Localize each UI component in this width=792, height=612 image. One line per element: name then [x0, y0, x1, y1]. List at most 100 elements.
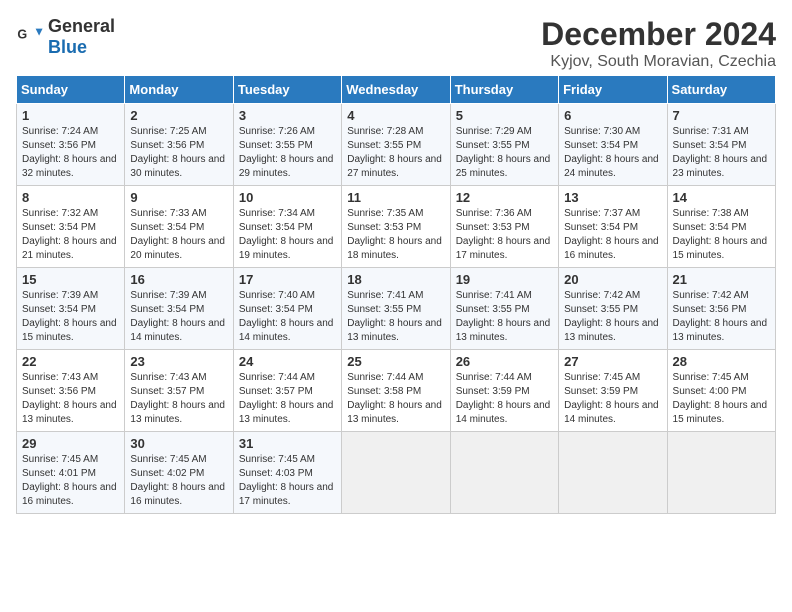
table-row: 27 Sunrise: 7:45 AM Sunset: 3:59 PM Dayl… [559, 350, 667, 432]
sunrise-text: Sunrise: 7:34 AM [239, 208, 315, 219]
day-number: 5 [456, 108, 553, 123]
sunset-text: Sunset: 3:58 PM [347, 386, 421, 397]
table-row: 28 Sunrise: 7:45 AM Sunset: 4:00 PM Dayl… [667, 350, 775, 432]
sunrise-text: Sunrise: 7:45 AM [564, 372, 640, 383]
sunrise-text: Sunrise: 7:30 AM [564, 126, 640, 137]
day-number: 14 [673, 190, 770, 205]
calendar-table: Sunday Monday Tuesday Wednesday Thursday… [16, 75, 776, 514]
day-number: 10 [239, 190, 336, 205]
sunrise-text: Sunrise: 7:28 AM [347, 126, 423, 137]
table-row: 14 Sunrise: 7:38 AM Sunset: 3:54 PM Dayl… [667, 186, 775, 268]
logo-icon: G [16, 23, 44, 51]
table-row: 4 Sunrise: 7:28 AM Sunset: 3:55 PM Dayli… [342, 104, 450, 186]
table-row [342, 432, 450, 514]
daylight-text: Daylight: 8 hours and 23 minutes. [673, 154, 768, 179]
daylight-text: Daylight: 8 hours and 13 minutes. [130, 400, 225, 425]
table-row: 7 Sunrise: 7:31 AM Sunset: 3:54 PM Dayli… [667, 104, 775, 186]
sunset-text: Sunset: 3:55 PM [347, 304, 421, 315]
day-number: 15 [22, 272, 119, 287]
sunrise-text: Sunrise: 7:32 AM [22, 208, 98, 219]
svg-text:G: G [17, 27, 27, 41]
sunset-text: Sunset: 3:55 PM [456, 304, 530, 315]
table-row: 10 Sunrise: 7:34 AM Sunset: 3:54 PM Dayl… [233, 186, 341, 268]
sunrise-text: Sunrise: 7:44 AM [239, 372, 315, 383]
daylight-text: Daylight: 8 hours and 14 minutes. [564, 400, 659, 425]
calendar-title: December 2024 [541, 16, 776, 53]
sunset-text: Sunset: 3:54 PM [673, 222, 747, 233]
header-thursday: Thursday [450, 76, 558, 104]
sunset-text: Sunset: 4:02 PM [130, 468, 204, 479]
daylight-text: Daylight: 8 hours and 15 minutes. [22, 318, 117, 343]
sunset-text: Sunset: 4:03 PM [239, 468, 313, 479]
sunrise-text: Sunrise: 7:45 AM [673, 372, 749, 383]
day-number: 13 [564, 190, 661, 205]
sunrise-text: Sunrise: 7:25 AM [130, 126, 206, 137]
sunrise-text: Sunrise: 7:42 AM [564, 290, 640, 301]
sunrise-text: Sunrise: 7:45 AM [239, 454, 315, 465]
sunset-text: Sunset: 3:59 PM [564, 386, 638, 397]
day-number: 26 [456, 354, 553, 369]
sunrise-text: Sunrise: 7:39 AM [130, 290, 206, 301]
header-sunday: Sunday [17, 76, 125, 104]
calendar-header: Sunday Monday Tuesday Wednesday Thursday… [17, 76, 776, 104]
sunrise-text: Sunrise: 7:36 AM [456, 208, 532, 219]
daylight-text: Daylight: 8 hours and 17 minutes. [456, 236, 551, 261]
sunrise-text: Sunrise: 7:44 AM [456, 372, 532, 383]
table-row: 18 Sunrise: 7:41 AM Sunset: 3:55 PM Dayl… [342, 268, 450, 350]
sunset-text: Sunset: 3:54 PM [564, 140, 638, 151]
sunset-text: Sunset: 3:53 PM [347, 222, 421, 233]
day-number: 31 [239, 436, 336, 451]
table-row [450, 432, 558, 514]
sunrise-text: Sunrise: 7:43 AM [130, 372, 206, 383]
table-row: 11 Sunrise: 7:35 AM Sunset: 3:53 PM Dayl… [342, 186, 450, 268]
logo: G General Blue [16, 16, 115, 58]
table-row: 16 Sunrise: 7:39 AM Sunset: 3:54 PM Dayl… [125, 268, 233, 350]
table-row: 2 Sunrise: 7:25 AM Sunset: 3:56 PM Dayli… [125, 104, 233, 186]
table-row: 15 Sunrise: 7:39 AM Sunset: 3:54 PM Dayl… [17, 268, 125, 350]
sunset-text: Sunset: 3:54 PM [239, 222, 313, 233]
calendar-body: 1 Sunrise: 7:24 AM Sunset: 3:56 PM Dayli… [17, 104, 776, 514]
table-row: 24 Sunrise: 7:44 AM Sunset: 3:57 PM Dayl… [233, 350, 341, 432]
daylight-text: Daylight: 8 hours and 13 minutes. [347, 400, 442, 425]
daylight-text: Daylight: 8 hours and 17 minutes. [239, 482, 334, 507]
sunset-text: Sunset: 3:59 PM [456, 386, 530, 397]
sunset-text: Sunset: 3:56 PM [130, 140, 204, 151]
table-row: 12 Sunrise: 7:36 AM Sunset: 3:53 PM Dayl… [450, 186, 558, 268]
sunset-text: Sunset: 3:54 PM [239, 304, 313, 315]
sunrise-text: Sunrise: 7:31 AM [673, 126, 749, 137]
sunset-text: Sunset: 3:55 PM [564, 304, 638, 315]
table-row: 6 Sunrise: 7:30 AM Sunset: 3:54 PM Dayli… [559, 104, 667, 186]
day-number: 21 [673, 272, 770, 287]
daylight-text: Daylight: 8 hours and 19 minutes. [239, 236, 334, 261]
sunset-text: Sunset: 3:55 PM [239, 140, 313, 151]
daylight-text: Daylight: 8 hours and 13 minutes. [22, 400, 117, 425]
day-number: 4 [347, 108, 444, 123]
sunrise-text: Sunrise: 7:41 AM [347, 290, 423, 301]
sunset-text: Sunset: 3:56 PM [673, 304, 747, 315]
day-number: 1 [22, 108, 119, 123]
sunrise-text: Sunrise: 7:38 AM [673, 208, 749, 219]
day-number: 22 [22, 354, 119, 369]
sunset-text: Sunset: 3:57 PM [239, 386, 313, 397]
sunset-text: Sunset: 3:56 PM [22, 140, 96, 151]
calendar-subtitle: Kyjov, South Moravian, Czechia [541, 53, 776, 71]
table-row: 21 Sunrise: 7:42 AM Sunset: 3:56 PM Dayl… [667, 268, 775, 350]
header-friday: Friday [559, 76, 667, 104]
sunrise-text: Sunrise: 7:45 AM [22, 454, 98, 465]
daylight-text: Daylight: 8 hours and 14 minutes. [456, 400, 551, 425]
table-row: 17 Sunrise: 7:40 AM Sunset: 3:54 PM Dayl… [233, 268, 341, 350]
day-number: 20 [564, 272, 661, 287]
table-row: 22 Sunrise: 7:43 AM Sunset: 3:56 PM Dayl… [17, 350, 125, 432]
day-number: 11 [347, 190, 444, 205]
day-number: 12 [456, 190, 553, 205]
table-row: 29 Sunrise: 7:45 AM Sunset: 4:01 PM Dayl… [17, 432, 125, 514]
day-number: 17 [239, 272, 336, 287]
sunrise-text: Sunrise: 7:41 AM [456, 290, 532, 301]
daylight-text: Daylight: 8 hours and 20 minutes. [130, 236, 225, 261]
day-number: 23 [130, 354, 227, 369]
day-number: 19 [456, 272, 553, 287]
logo-blue: Blue [48, 37, 87, 57]
day-number: 30 [130, 436, 227, 451]
sunset-text: Sunset: 4:00 PM [673, 386, 747, 397]
sunrise-text: Sunrise: 7:40 AM [239, 290, 315, 301]
